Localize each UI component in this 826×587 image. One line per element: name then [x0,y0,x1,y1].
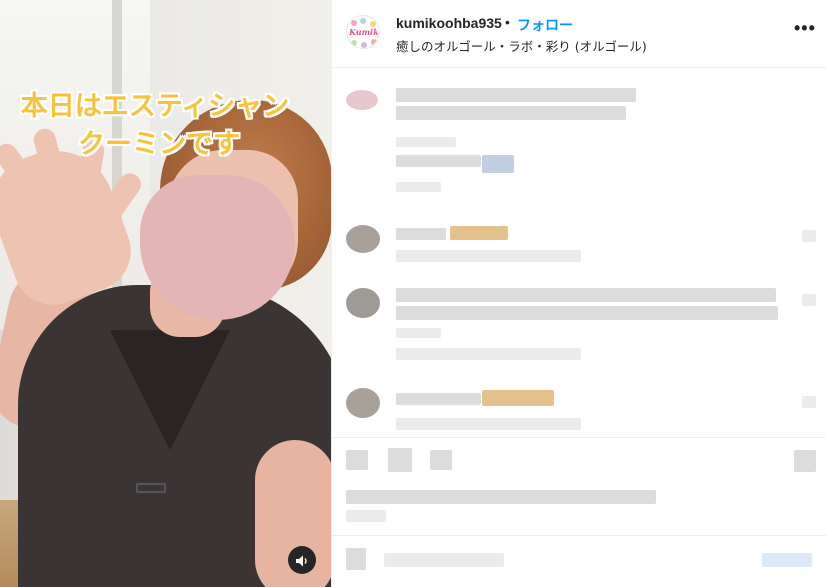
avatar-dot [361,42,367,48]
emoji-icon[interactable] [346,548,366,570]
commenter-avatar [346,288,380,318]
speaker-icon-glyph [296,555,307,567]
blurred-likes-text [346,490,656,504]
avatar-dot [360,18,366,24]
post-header: Kumiko kumikoohba935 • フォロー 癒しのオルゴール・ラボ・… [332,0,826,68]
face-mask [140,175,295,320]
blurred-date [346,510,386,522]
comment-divider [332,535,826,536]
follow-button[interactable]: フォロー [517,15,573,35]
caption-line-2: クーミンです [78,129,240,160]
post-panel: Kumiko kumikoohba935 • フォロー 癒しのオルゴール・ラボ・… [331,0,826,587]
blurred-username [396,393,481,405]
blurred-hashtag [482,155,514,173]
avatar[interactable]: Kumiko [346,15,380,49]
blurred-emoji [482,390,554,406]
like-icon[interactable] [802,294,816,306]
comment-input[interactable] [384,553,504,567]
avatar-dot [351,40,357,46]
avatar-dot [351,20,357,26]
blurred-text [396,137,456,147]
blurred-timestamp [396,182,441,192]
post-media[interactable]: 本日はエスティシャン クーミンです [0,0,331,587]
avatar-logo-text: Kumiko [349,27,379,37]
like-button-icon[interactable] [346,450,368,470]
commenter-avatar [346,225,380,253]
like-icon[interactable] [802,396,816,408]
blurred-text [396,288,776,302]
commenter-avatar [346,90,378,110]
blurred-text [396,155,481,167]
caption-line-1: 本日はエスティシャン [20,91,290,122]
actions-divider [332,437,826,438]
avatar-dot [371,39,377,45]
blurred-meta [396,250,581,262]
blurred-username [396,228,446,240]
save-button-icon[interactable] [794,450,816,472]
blurred-meta [396,348,581,360]
apron-pocket [136,483,166,493]
like-icon[interactable] [802,230,816,242]
post-caption-overlay: 本日はエスティシャン クーミンです [0,88,310,164]
comment-button-icon[interactable] [388,448,412,472]
blurred-meta [396,418,581,430]
blurred-text [396,106,626,120]
location-subtitle[interactable]: 癒しのオルゴール・ラボ・彩り (オルゴール) [396,36,647,55]
blurred-text [396,328,441,338]
blurred-emoji [450,226,508,240]
post-comment-button[interactable] [762,553,812,567]
share-button-icon[interactable] [430,450,452,470]
speaker-icon[interactable] [288,546,316,574]
more-options-icon[interactable]: ••• [794,18,816,39]
commenter-avatar [346,388,380,418]
blurred-text [396,306,778,320]
username[interactable]: kumikoohba935 [396,15,502,31]
separator-dot: • [505,14,510,30]
blurred-text [396,88,636,102]
